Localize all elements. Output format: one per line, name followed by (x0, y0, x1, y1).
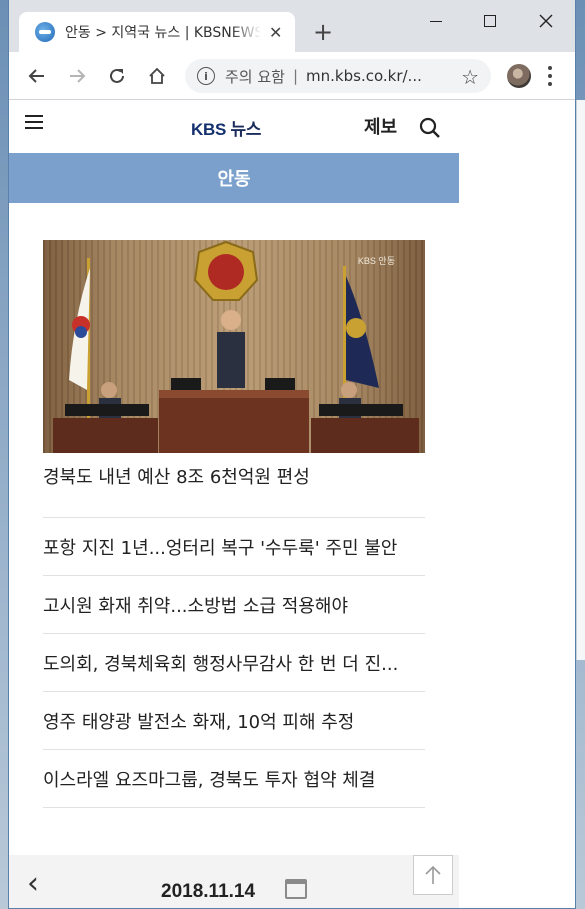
search-icon (419, 117, 440, 138)
kbs-news-logo[interactable]: KBS 뉴스 (191, 115, 261, 140)
date-navigation: ‹ 2018.11.14 › (9, 855, 459, 908)
web-page: KBS 뉴스 제보 안동 KBS 안동 경북도 내년 예산 8조 6천억원 편성… (9, 101, 459, 908)
reload-button[interactable] (103, 62, 131, 90)
hamburger-menu-icon[interactable] (25, 115, 43, 129)
back-button[interactable] (23, 62, 51, 90)
tab-title: 안동 > 지역국 뉴스 | KBSNEWS (65, 25, 261, 41)
new-tab-button[interactable]: + (313, 20, 333, 44)
news-item-title: 이스라엘 요즈마그룹, 경북도 투자 협약 체결 (43, 769, 376, 791)
news-item-title: 고시원 화재 취약...소방법 소급 적용해야 (43, 595, 349, 617)
home-icon (149, 67, 165, 84)
scroll-top-button[interactable] (413, 855, 453, 895)
news-item-title: 영주 태양광 발전소 화재, 10억 피해 추정 (43, 711, 355, 733)
arrow-up-icon (425, 865, 441, 884)
forward-button[interactable] (63, 62, 91, 90)
browser-menu-button[interactable] (547, 66, 553, 86)
browser-window: 안동 > 지역국 뉴스 | KBSNEWS ✕ + i 주의 요함 | mn.k… (8, 0, 576, 909)
tab-close-icon[interactable]: ✕ (269, 23, 282, 42)
info-icon[interactable]: i (197, 67, 215, 85)
address-bar[interactable]: i 주의 요함 | mn.kbs.co.kr/... ☆ (185, 59, 491, 93)
background-window-edge (576, 100, 585, 660)
maximize-button[interactable] (467, 6, 513, 36)
news-list-item[interactable]: 영주 태양광 발전소 화재, 10억 피해 추정 (43, 692, 425, 750)
url-text[interactable]: mn.kbs.co.kr/... (306, 67, 436, 85)
news-list-item[interactable]: 이스라엘 요즈마그룹, 경북도 투자 협약 체결 (43, 750, 425, 808)
news-item-title: 도의회, 경북체육회 행정사무감사 한 번 더 진... (43, 653, 399, 675)
hero-news-title[interactable]: 경북도 내년 예산 8조 6천억원 편성 (43, 465, 425, 518)
reload-icon (110, 68, 124, 83)
tip-link[interactable]: 제보 (364, 113, 397, 139)
news-list-item[interactable]: 포항 지진 1년...엉터리 복구 '수두룩' 주민 불안 (43, 518, 425, 576)
logo-news: 뉴스 (230, 120, 262, 139)
news-item-title: 포항 지진 1년...엉터리 복구 '수두룩' 주민 불안 (43, 537, 398, 559)
minimize-button[interactable] (413, 6, 459, 36)
kbs-watermark: KBS 안동 (357, 256, 395, 266)
maximize-icon (484, 15, 496, 27)
hero-news-image[interactable]: KBS 안동 (43, 240, 425, 453)
minimize-icon (430, 20, 442, 22)
bookmark-star-icon[interactable]: ☆ (461, 65, 479, 89)
current-date: 2018.11.14 (161, 881, 256, 902)
close-window-button[interactable] (523, 6, 569, 36)
news-list: 포항 지진 1년...엉터리 복구 '수두룩' 주민 불안 고시원 화재 취약.… (43, 518, 425, 808)
search-button[interactable] (419, 117, 441, 139)
close-icon (539, 14, 553, 28)
previous-date-button[interactable]: ‹ (27, 869, 39, 899)
news-content: KBS 안동 경북도 내년 예산 8조 6천억원 편성 포항 지진 1년...엉… (9, 203, 459, 808)
region-title-bar: 안동 (9, 153, 459, 203)
security-warning: 주의 요함 (225, 67, 285, 86)
assembly-scene-graphic (53, 240, 419, 453)
forward-arrow-icon (70, 69, 86, 83)
browser-tab[interactable]: 안동 > 지역국 뉴스 | KBSNEWS ✕ (19, 12, 295, 52)
logo-kbs: KBS (191, 120, 226, 139)
calendar-icon[interactable] (285, 879, 307, 899)
kbs-favicon-icon (35, 22, 55, 42)
back-arrow-icon (28, 69, 44, 83)
tab-bar: 안동 > 지역국 뉴스 | KBSNEWS ✕ + (9, 0, 575, 52)
profile-avatar[interactable] (507, 64, 531, 88)
home-button[interactable] (143, 62, 171, 90)
url-separator: | (292, 67, 299, 85)
site-header: KBS 뉴스 제보 (9, 101, 459, 153)
news-list-item[interactable]: 고시원 화재 취약...소방법 소급 적용해야 (43, 576, 425, 634)
news-list-item[interactable]: 도의회, 경북체육회 행정사무감사 한 번 더 진... (43, 634, 425, 692)
browser-toolbar: i 주의 요함 | mn.kbs.co.kr/... ☆ (9, 52, 575, 100)
